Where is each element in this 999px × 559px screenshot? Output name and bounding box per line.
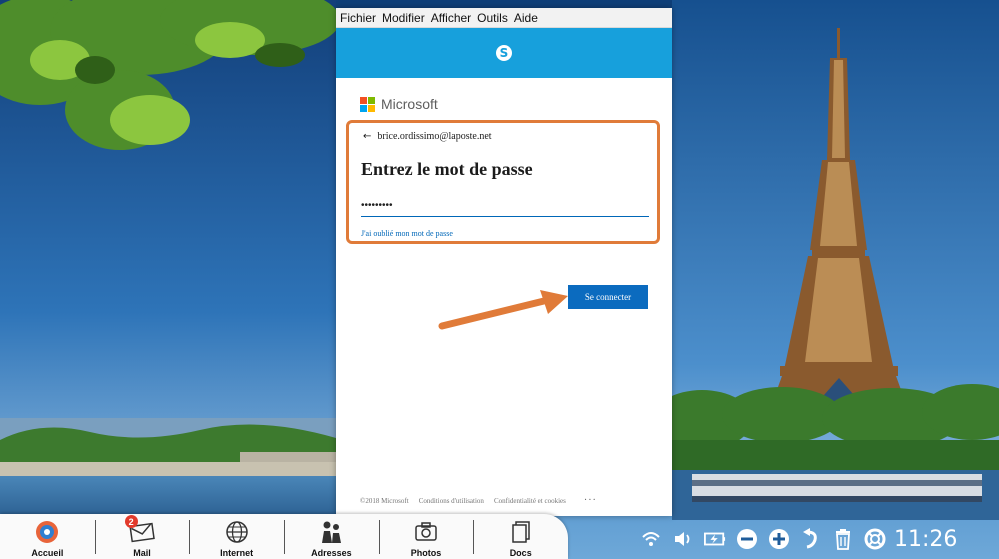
battery-icon[interactable]	[704, 528, 726, 550]
menu-aide[interactable]: Aide	[514, 11, 538, 25]
taskbar-label: Adresses	[311, 548, 352, 558]
taskbar-label: Photos	[410, 548, 442, 558]
home-icon	[33, 518, 61, 546]
back-icon[interactable]	[800, 528, 822, 550]
trash-icon[interactable]	[832, 528, 854, 550]
microsoft-logo-icon	[360, 96, 375, 112]
footer-links: ©2018 Microsoft Conditions d'utilisation…	[360, 495, 597, 506]
skype-icon: S	[496, 45, 512, 61]
menu-outils[interactable]: Outils	[477, 11, 508, 25]
password-input[interactable]	[361, 195, 649, 217]
mail-count-badge: 2	[124, 515, 138, 528]
camera-icon	[412, 518, 440, 546]
taskbar-docs[interactable]: Docs	[473, 514, 568, 559]
globe-icon	[223, 518, 251, 546]
taskbar-adresses[interactable]: Adresses	[284, 514, 379, 559]
account-email: brice.ordissimo@laposte.net	[377, 131, 492, 142]
terms-link[interactable]: Conditions d'utilisation	[419, 497, 484, 505]
copyright-text: ©2018 Microsoft	[360, 496, 409, 505]
contacts-icon	[317, 518, 345, 546]
skype-login-window: Fichier Modifier Afficher Outils Aide S …	[336, 8, 672, 516]
taskbar-internet[interactable]: Internet	[189, 514, 284, 559]
clock: 11:26	[894, 526, 958, 552]
orange-pointer-arrow-icon	[438, 290, 568, 330]
menu-fichier[interactable]: Fichier	[340, 11, 376, 25]
connect-button[interactable]: Se connecter	[568, 285, 648, 309]
menu-afficher[interactable]: Afficher	[431, 11, 471, 25]
account-back-row[interactable]: ← brice.ordissimo@laposte.net	[363, 131, 492, 142]
wifi-icon[interactable]	[640, 528, 662, 550]
zoom-in-icon[interactable]	[768, 528, 790, 550]
password-title: Entrez le mot de passe	[361, 159, 533, 179]
menu-bar: Fichier Modifier Afficher Outils Aide	[336, 8, 672, 28]
volume-icon[interactable]	[672, 528, 694, 550]
wallpaper-right-scene	[672, 0, 999, 520]
document-icon	[507, 518, 535, 546]
skype-header: S	[336, 28, 672, 78]
microsoft-brand-name: Microsoft	[381, 96, 438, 112]
taskbar-photos[interactable]: Photos	[378, 514, 474, 559]
wallpaper-left-scene	[0, 0, 336, 520]
system-tray: 11:26	[640, 522, 957, 556]
taskbar: Accueil 2 Mail Internet Adresses Photos …	[0, 514, 568, 559]
privacy-link[interactable]: Confidentialité et cookies	[494, 497, 566, 505]
microsoft-brand: Microsoft	[360, 96, 438, 112]
taskbar-mail[interactable]: 2 Mail	[94, 514, 190, 559]
forgot-password-link[interactable]: J'ai oublié mon mot de passe	[361, 229, 453, 238]
taskbar-label: Docs	[509, 548, 532, 558]
help-icon[interactable]	[864, 528, 886, 550]
taskbar-accueil[interactable]: Accueil	[0, 514, 95, 559]
taskbar-label: Mail	[133, 548, 151, 558]
zoom-out-icon[interactable]	[736, 528, 758, 550]
taskbar-label: Internet	[220, 548, 254, 558]
taskbar-label: Accueil	[31, 548, 64, 558]
password-highlight-box: ← brice.ordissimo@laposte.net Entrez le …	[346, 120, 660, 244]
menu-modifier[interactable]: Modifier	[382, 11, 425, 25]
more-options-button[interactable]: ···	[584, 495, 597, 506]
back-arrow-icon[interactable]: ←	[363, 131, 371, 142]
